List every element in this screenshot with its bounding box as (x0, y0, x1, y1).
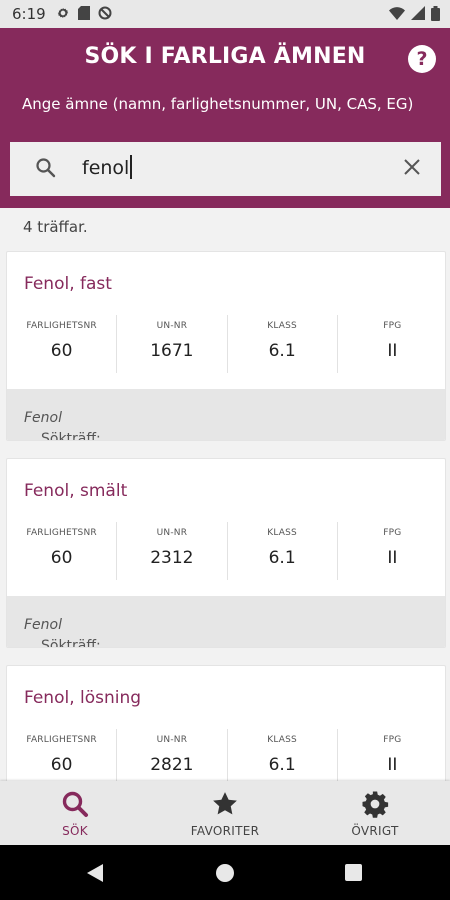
nav-favorites[interactable]: FAVORITER (150, 781, 300, 845)
search-match: Sökträff: Fenol, smält (7, 596, 445, 648)
un-nr-value: 1671 (150, 341, 194, 361)
column-label: KLASS (267, 528, 297, 538)
column-label: FARLIGHETSNR (26, 735, 97, 745)
un-nr-value: 2312 (150, 548, 194, 568)
column-label: FPG (383, 528, 402, 538)
substance-name: Fenol, smält (24, 481, 128, 501)
fpg-value: II (387, 341, 398, 361)
farlighetsnr-column: FARLIGHETSNR 60 (7, 729, 118, 787)
wifi-icon (389, 7, 405, 20)
column-label: UN-NR (156, 528, 188, 538)
klass-column: KLASS 6.1 (228, 315, 338, 373)
nav-other[interactable]: ÖVRIGT (300, 781, 450, 845)
un-nr-value: 2821 (150, 755, 194, 775)
settings-icon (57, 8, 69, 18)
status-bar: 6:19 (0, 0, 450, 28)
search-icon (36, 158, 56, 178)
home-icon[interactable] (216, 864, 234, 882)
fpg-column: FPG II (338, 729, 445, 787)
nav-favorites-label: FAVORITER (190, 824, 260, 838)
result-count: 4 träffar. (23, 218, 88, 236)
match-term: Fenol (24, 410, 62, 426)
result-card[interactable]: Fenol, fast FARLIGHETSNR 60 UN-NR 1671 KLA… (6, 251, 446, 441)
status-time: 6:19 (12, 5, 46, 23)
column-label: UN-NR (156, 735, 188, 745)
farlighetsnr-column: FARLIGHETSNR 60 (7, 522, 118, 580)
clear-icon[interactable] (403, 158, 421, 176)
farlighetsnr-column: FARLIGHETSNR 60 (7, 315, 118, 373)
klass-column: KLASS 6.1 (228, 522, 338, 580)
sd-card-icon (78, 6, 90, 20)
column-label: FPG (383, 735, 402, 745)
search-hint: Ange ämne (namn, farlighetsnummer, UN, C… (22, 95, 414, 113)
klass-value: 6.1 (268, 548, 296, 568)
back-icon[interactable] (87, 864, 103, 882)
header: SÖK I FARLIGA ÄMNEN ? Ange ämne (namn, f… (0, 28, 450, 208)
column-label: KLASS (267, 735, 297, 745)
no-sync-icon (98, 6, 112, 20)
nav-search[interactable]: SÖK (0, 781, 150, 845)
match-term: Fenol (24, 617, 62, 633)
battery-icon (431, 6, 440, 21)
search-icon (62, 791, 88, 817)
bottom-navigation: SÖK FAVORITER ÖVRIGT (0, 781, 450, 845)
system-nav-bar (0, 845, 450, 900)
farlighetsnr-value: 60 (50, 341, 73, 361)
substance-name: Fenol, lösning (24, 688, 142, 708)
search-value: fenol (82, 157, 130, 179)
search-input[interactable]: fenol (10, 142, 441, 196)
nav-other-label: ÖVRIGT (351, 824, 399, 838)
match-rest: , fast (41, 431, 46, 441)
recent-apps-icon[interactable] (345, 864, 362, 881)
fpg-value: II (387, 548, 398, 568)
column-label: FPG (383, 321, 402, 331)
un-nr-column: UN-NR 2312 (117, 522, 228, 580)
help-button[interactable]: ? (408, 45, 436, 73)
farlighetsnr-value: 60 (50, 548, 73, 568)
search-match: Sökträff: Fenol, fast (7, 389, 445, 441)
un-nr-column: UN-NR 1671 (117, 315, 228, 373)
page-title: SÖK I FARLIGA ÄMNEN (84, 44, 366, 69)
result-card[interactable]: Fenol, smält FARLIGHETSNR 60 UN-NR 2312 KL… (6, 458, 446, 648)
column-label: UN-NR (156, 321, 188, 331)
column-label: KLASS (267, 321, 297, 331)
column-label: FARLIGHETSNR (26, 528, 97, 538)
fpg-column: FPG II (338, 522, 445, 580)
klass-value: 6.1 (268, 341, 296, 361)
match-rest: , smält (41, 638, 46, 648)
cellular-icon (411, 6, 425, 20)
text-caret (130, 155, 133, 179)
substance-name: Fenol, fast (24, 274, 112, 294)
fpg-column: FPG II (338, 315, 445, 373)
klass-column: KLASS 6.1 (228, 729, 338, 787)
column-label: FARLIGHETSNR (26, 321, 97, 331)
gear-icon (362, 791, 389, 818)
un-nr-column: UN-NR 2821 (117, 729, 228, 787)
farlighetsnr-value: 60 (50, 755, 73, 775)
klass-value: 6.1 (268, 755, 296, 775)
fpg-value: II (387, 755, 398, 775)
nav-search-label: SÖK (62, 824, 88, 838)
star-icon (213, 792, 237, 815)
